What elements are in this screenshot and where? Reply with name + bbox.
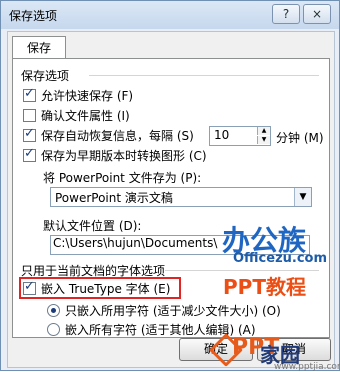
dialog-client: 保存 保存选项 允许快速保存 (F) 确认文件属性 (I) 保存自动恢复信息，每… xyxy=(7,31,335,368)
embed-all-chars-radio[interactable] xyxy=(47,323,60,336)
embed-used-chars-row[interactable]: 只嵌入所用字符 (适于减少文件大小) (O) xyxy=(47,302,281,319)
embed-truetype-label: 嵌入 TrueType 字体 (E) xyxy=(41,282,171,296)
save-earlier-graphics-label: 保存为早期版本时转换图形 (C) xyxy=(41,149,207,163)
allow-fast-save-checkbox[interactable] xyxy=(23,86,36,102)
dialog-title: 保存选项 xyxy=(9,9,58,23)
autorecover-minutes-value: 10 xyxy=(214,128,230,142)
default-location-label: 默认文件位置 (D): xyxy=(43,219,142,233)
watermark-domain: Officezu.com xyxy=(233,251,328,266)
dropdown-arrow-icon[interactable]: ▼ xyxy=(294,188,311,206)
save-earlier-graphics-row[interactable]: 保存为早期版本时转换图形 (C) xyxy=(23,146,207,164)
spinner-up-button[interactable]: ▲ xyxy=(257,127,270,135)
help-button[interactable]: ? xyxy=(272,4,300,24)
allow-fast-save-row[interactable]: 允许快速保存 (F) xyxy=(23,86,134,104)
tab-save[interactable]: 保存 xyxy=(12,36,66,59)
close-button[interactable]: × xyxy=(303,4,331,24)
autorecover-label: 保存自动恢复信息，每隔 (S) xyxy=(41,129,194,143)
save-as-label: 将 PowerPoint 文件存为 (P): xyxy=(43,171,202,185)
confirm-properties-checkbox[interactable] xyxy=(23,109,36,122)
embed-used-chars-radio[interactable] xyxy=(47,304,60,317)
save-options-dialog: 保存选项 ? × 保存 保存选项 允许快速保存 (F) 确认文件属性 (I) 保… xyxy=(0,0,340,372)
save-options-heading: 保存选项 xyxy=(21,69,70,83)
save-earlier-graphics-checkbox[interactable] xyxy=(23,146,36,162)
save-as-format-select[interactable]: PowerPoint 演示文稿 ▼ xyxy=(50,187,312,207)
spinner-down-button[interactable]: ▼ xyxy=(257,136,270,144)
autorecover-unit-label: 分钟 (M) xyxy=(276,131,324,145)
embed-truetype-row[interactable]: 嵌入 TrueType 字体 (E) xyxy=(23,279,171,297)
allow-fast-save-label: 允许快速保存 (F) xyxy=(41,89,134,103)
save-as-format-value: PowerPoint 演示文稿 xyxy=(55,191,173,205)
autorecover-row[interactable]: 保存自动恢复信息，每隔 (S) xyxy=(23,126,194,144)
embed-truetype-checkbox[interactable] xyxy=(23,279,36,295)
save-options-divider xyxy=(89,75,319,76)
confirm-properties-label: 确认文件属性 (I) xyxy=(41,109,130,123)
autorecover-minutes-spinner[interactable]: 10 ▲ ▼ xyxy=(209,126,271,146)
watermark-ppt-text: PPT教程 xyxy=(223,275,306,299)
embed-used-chars-label: 只嵌入所用字符 (适于减少文件大小) (O) xyxy=(65,304,281,318)
title-bar: 保存选项 ? × xyxy=(1,1,339,29)
autorecover-checkbox[interactable] xyxy=(23,126,36,142)
confirm-properties-row[interactable]: 确认文件属性 (I) xyxy=(23,107,130,124)
